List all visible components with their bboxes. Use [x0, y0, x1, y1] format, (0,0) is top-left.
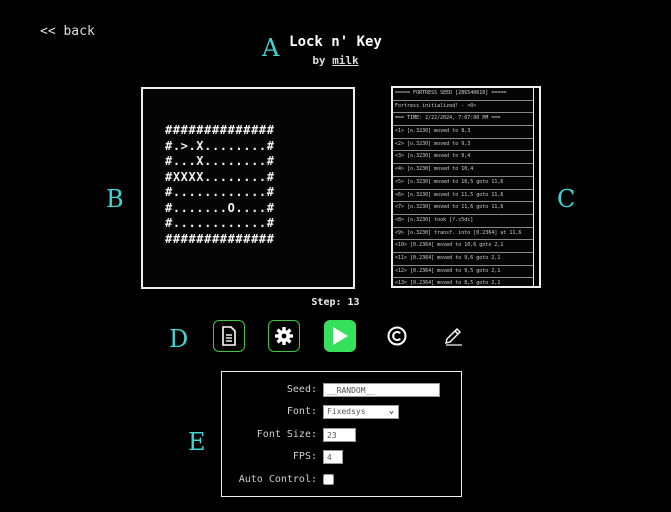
- byline: by milk: [0, 54, 671, 67]
- font-label: Font:: [286, 406, 317, 417]
- event-log: ===== FORTRESS SEED [286540610] ===== Fo…: [391, 86, 541, 288]
- log-row: Fortress initialized! - <0>: [393, 101, 535, 114]
- log-row: <1> [o.3230] moved to 8,3: [393, 126, 535, 139]
- settings-panel: Seed: Font: Fixedsys ⌄ Font Size: FPS: A…: [221, 371, 462, 497]
- log-row: <6> [o.3230] moved to 11,5 goto 11,6: [393, 190, 535, 203]
- fps-input[interactable]: [323, 450, 343, 464]
- fps-label: FPS:: [292, 451, 317, 462]
- chevron-down-icon: ⌄: [388, 406, 394, 416]
- seed-input[interactable]: [323, 383, 440, 397]
- board-row: #............#: [165, 216, 275, 230]
- log-row: <13> [0.2364] moved to 8,5 goto 2,1: [393, 278, 535, 286]
- log-row: ===== FORTRESS SEED [286540610] =====: [393, 88, 535, 101]
- edit-button[interactable]: [437, 320, 469, 352]
- board-row: #.......O....#: [165, 200, 275, 215]
- seed-label: Seed:: [286, 384, 317, 395]
- copyright-button[interactable]: [381, 320, 413, 352]
- step-counter: Step: 13: [311, 297, 360, 308]
- author-link[interactable]: milk: [332, 54, 359, 67]
- font-size-input[interactable]: [323, 428, 356, 442]
- settings-button[interactable]: [268, 320, 300, 352]
- pencil-icon: [445, 328, 462, 346]
- board-row: #.>.X........#: [165, 138, 275, 153]
- board-row: ##############: [165, 123, 275, 137]
- page-title: Lock n' Key: [289, 34, 382, 50]
- font-size-label: Font Size:: [256, 429, 317, 440]
- game-board: ############## #.>.X........# #...X.....…: [141, 87, 355, 289]
- log-row: <10> [0.2364] moved to 10,6 goto 2,1: [393, 240, 535, 253]
- document-icon: [222, 326, 236, 346]
- board-row: #XXXX........#: [165, 169, 275, 184]
- log-row: <12> [0.2364] moved to 9,5 goto 2,1: [393, 266, 535, 279]
- section-letter-b: B: [106, 185, 124, 213]
- board-grid: ############## #.>.X........# #...X.....…: [165, 123, 275, 247]
- auto-control-checkbox[interactable]: [323, 474, 334, 485]
- board-row: #...X........#: [165, 154, 275, 168]
- section-letter-c: C: [557, 185, 576, 213]
- log-row: <5> [o.3230] moved to 10,5 goto 11,6: [393, 177, 535, 190]
- log-row: <8> [o.3230] took [?.c5dc]: [393, 215, 535, 228]
- log-row: <7> [o.3230] moved to 11,6 goto 11,6: [393, 202, 535, 215]
- byline-prefix: by: [312, 54, 326, 67]
- section-letter-e: E: [188, 428, 206, 456]
- log-row: <11> [0.2364] moved to 9,6 goto 2,1: [393, 253, 535, 266]
- play-button[interactable]: [324, 320, 356, 352]
- copyright-icon: [387, 326, 407, 346]
- log-row: <3> [o.3230] moved to 9,4: [393, 151, 535, 165]
- gear-icon: [275, 327, 293, 345]
- log-row: <9> [o.3230] transf. into [0.2364] at 11…: [393, 228, 535, 241]
- play-icon: [333, 327, 348, 345]
- board-row: #............#: [165, 185, 275, 199]
- board-row: ##############: [165, 231, 275, 246]
- auto-control-label: Auto Control:: [238, 474, 317, 485]
- log-toggle-button[interactable]: [213, 320, 245, 352]
- font-select[interactable]: Fixedsys ⌄: [323, 405, 399, 419]
- log-row: <2> [o.3230] moved to 9,3: [393, 139, 535, 152]
- log-scrollbar[interactable]: [533, 88, 539, 286]
- log-row: <4> [o.3230] moved to 10,4: [393, 164, 535, 177]
- log-row: === TIME: 2/22/2024, 7:07:00 PM ===: [393, 113, 535, 127]
- section-letter-d: D: [169, 325, 189, 353]
- font-select-value: Fixedsys: [327, 407, 366, 416]
